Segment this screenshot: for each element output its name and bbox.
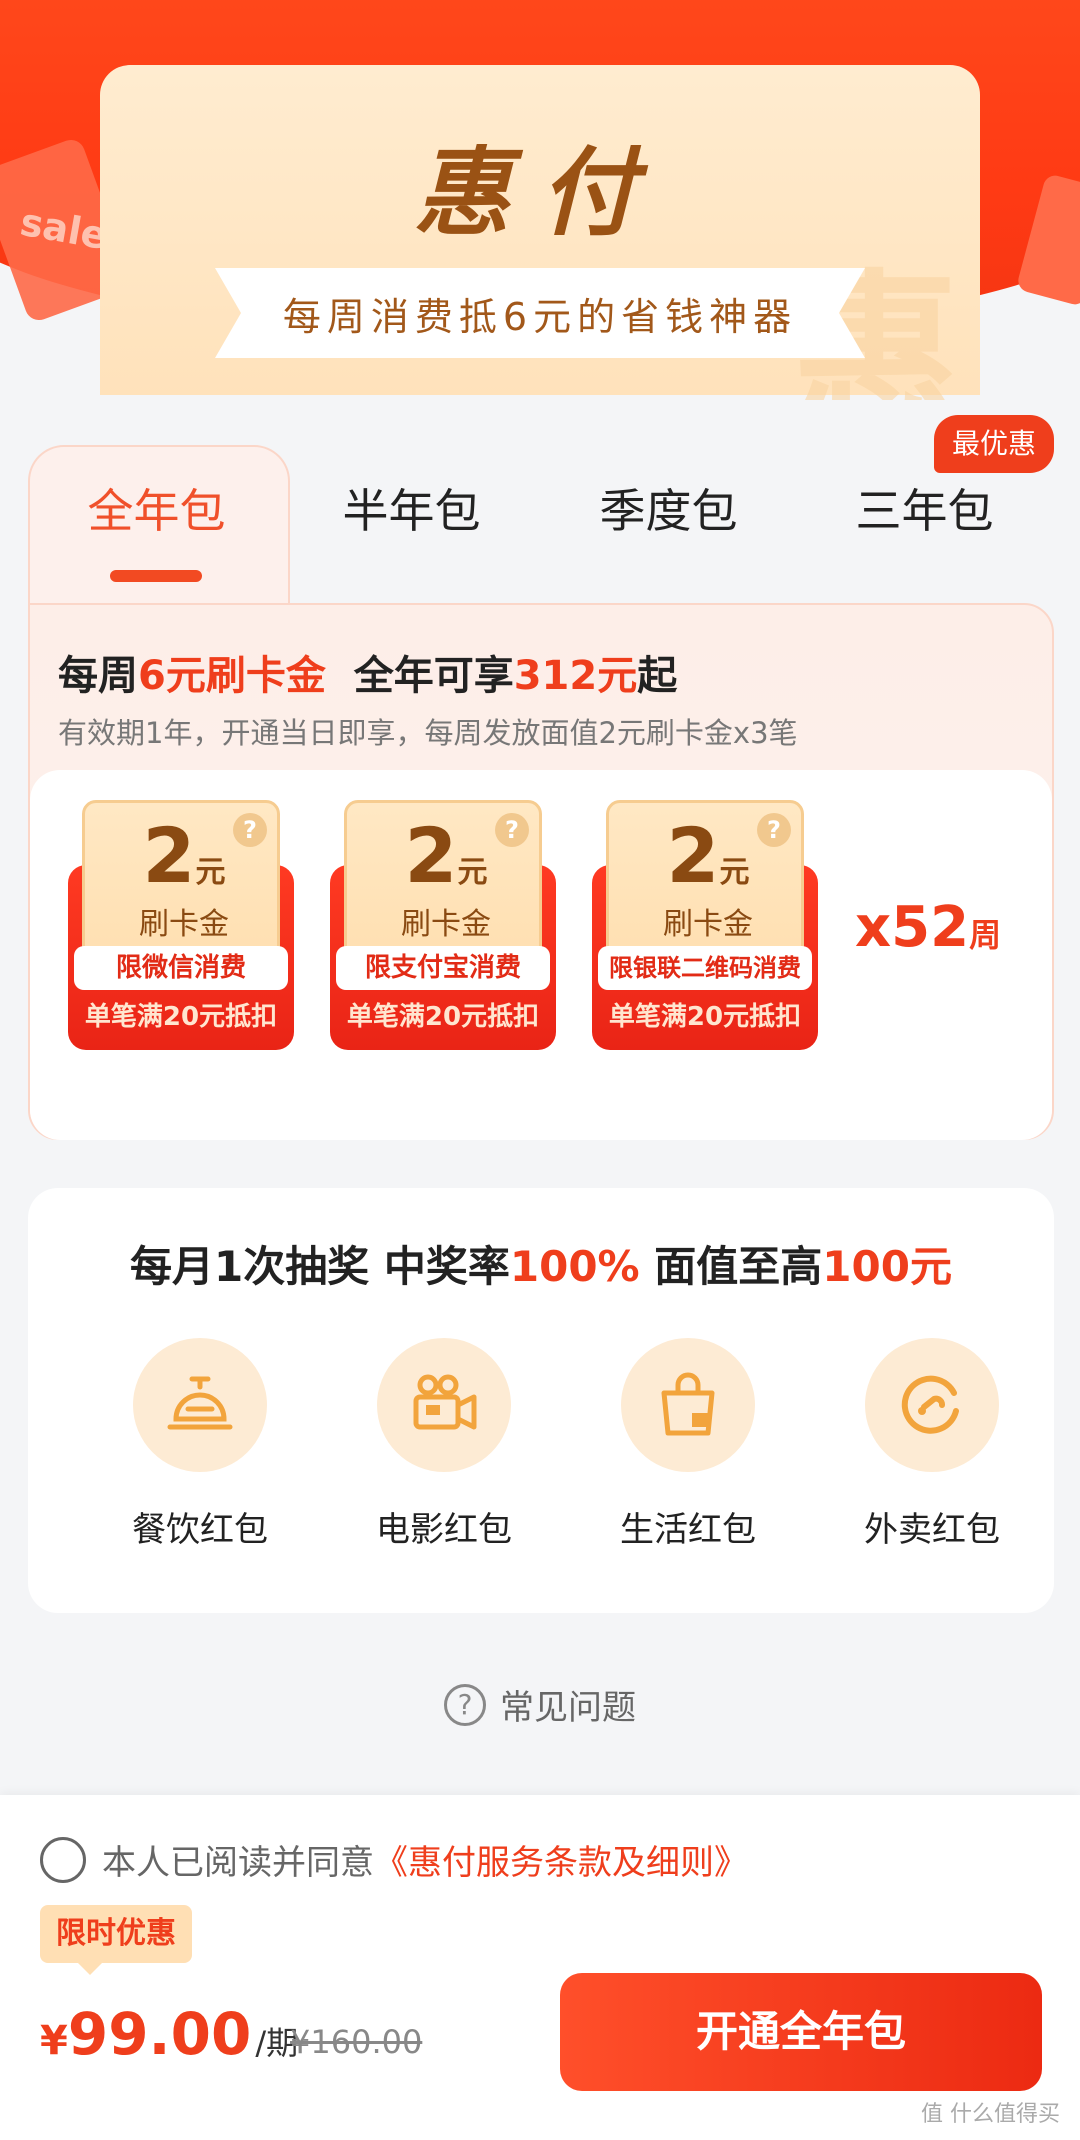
lottery-title: 每月1次抽奖 中奖率100% 面值至高100元	[28, 1233, 1054, 1294]
active-tab-indicator	[110, 570, 202, 582]
lottery-highlight-rate: 100%	[509, 1242, 640, 1291]
red-packet-movie[interactable]: 电影红包	[354, 1338, 534, 1568]
red-packet-delivery[interactable]: 外卖红包	[842, 1338, 1022, 1568]
current-price: ¥99.00/期	[40, 2000, 298, 2068]
coupon-amount: 2元	[85, 811, 283, 900]
coupon-amount-value: 2	[404, 811, 458, 900]
coupon-amount-unit: 元	[457, 855, 488, 890]
lottery-card: 每月1次抽奖 中奖率100% 面值至高100元 餐饮红包 电影红包 生活红包 外…	[28, 1188, 1054, 1613]
coupon-amount-unit: 元	[719, 855, 750, 890]
coupon-limit: 限微信消费	[74, 946, 288, 990]
coupon-condition: 单笔满20元抵扣	[346, 1002, 540, 1032]
coupon-paper: ? 2元 刷卡金	[606, 800, 804, 970]
headline-text: 每周	[58, 653, 138, 699]
tab-half-year[interactable]: 半年包	[283, 475, 540, 545]
tab-annual[interactable]: 全年包	[28, 475, 285, 545]
tab-quarterly[interactable]: 季度包	[540, 475, 797, 545]
coupon-alipay: ? 2元 刷卡金 限支付宝消费 单笔满20元抵扣	[330, 800, 556, 1050]
coupon-unionpay: ? 2元 刷卡金 限银联二维码消费 单笔满20元抵扣	[592, 800, 818, 1050]
red-packet-label: 生活红包	[620, 1510, 756, 1550]
coupon-paper: ? 2元 刷卡金	[344, 800, 542, 970]
agree-text: 本人已阅读并同意	[102, 1843, 374, 1883]
source-watermark: 值 什么值得买	[921, 2102, 1060, 2127]
red-packet-life[interactable]: 生活红包	[598, 1338, 778, 1568]
red-packet-label: 外卖红包	[864, 1510, 1000, 1550]
red-packet-dining[interactable]: 餐饮红包	[110, 1338, 290, 1568]
package-description: 有效期1年，开通当日即享，每周发放面值2元刷卡金x3笔	[58, 716, 798, 750]
bottom-purchase-bar: 本人已阅读并同意 《惠付服务条款及细则》 限时优惠 ¥99.00/期 ¥160.…	[0, 1795, 1080, 2140]
movie-camera-icon	[377, 1338, 511, 1472]
weeks-count: x52	[855, 895, 970, 960]
agree-checkbox[interactable]	[40, 1836, 86, 1883]
weeks-unit: 周	[969, 916, 1002, 954]
coupon-name: 刷卡金	[139, 907, 229, 942]
terms-link[interactable]: 《惠付服务条款及细则》	[374, 1835, 748, 1884]
coupon-area: ? 2元 刷卡金 限微信消费 单笔满20元抵扣 ? 2元 刷卡金 限支付宝消费 …	[30, 770, 1052, 1140]
coupon-amount-value: 2	[666, 811, 720, 900]
question-circle-icon: ?	[444, 1683, 486, 1726]
delivery-icon	[865, 1338, 999, 1472]
price-amount: 99.00	[67, 2000, 252, 2068]
original-price: ¥160.00	[290, 2023, 423, 2061]
coupon-amount: 2元	[347, 811, 545, 900]
coupon-limit: 限银联二维码消费	[598, 946, 812, 990]
limited-offer-tag: 限时优惠	[40, 1905, 192, 1975]
coupon-amount-unit: 元	[195, 855, 226, 890]
faq-label: 常见问题	[500, 1688, 636, 1728]
weeks-multiplier: x52周	[855, 895, 1001, 960]
coupon-amount-value: 2	[142, 811, 196, 900]
headline-highlight-total: 312元	[513, 653, 638, 699]
coupon-limit: 限支付宝消费	[336, 946, 550, 990]
red-packet-label: 电影红包	[376, 1510, 512, 1550]
coupon-wechat: ? 2元 刷卡金 限微信消费 单笔满20元抵扣	[68, 800, 294, 1050]
hero-banner: sale 惠 惠付 每周消费抵6元的省钱神器	[0, 0, 1080, 400]
coupon-condition: 单笔满20元抵扣	[608, 1002, 802, 1032]
hero-title: 惠付	[414, 137, 666, 249]
lottery-highlight-amount: 100元	[822, 1242, 952, 1291]
coupon-paper: ? 2元 刷卡金	[82, 800, 280, 970]
sale-deco-text: sale	[17, 199, 111, 259]
hero-card: 惠 惠付 每周消费抵6元的省钱神器	[100, 65, 980, 400]
coupon-amount: 2元	[609, 811, 807, 900]
faq-link[interactable]: ? 常见问题	[0, 1680, 1080, 1729]
package-body: 每周6元刷卡金 全年可享312元起 有效期1年，开通当日即享，每周发放面值2元刷…	[28, 603, 1054, 1140]
hero-subtitle: 每周消费抵6元的省钱神器	[282, 294, 798, 339]
headline-text: 全年可享	[353, 653, 514, 699]
coupon-condition: 单笔满20元抵扣	[84, 1002, 278, 1032]
coupon-name: 刷卡金	[663, 907, 753, 942]
hero-subtitle-ribbon: 每周消费抵6元的省钱神器	[215, 268, 865, 358]
dining-bell-icon	[133, 1338, 267, 1472]
lottery-title-text: 面值至高	[639, 1242, 823, 1291]
lottery-title-text: 每月1次抽奖 中奖率	[130, 1242, 510, 1291]
price-currency: ¥	[40, 2018, 68, 2064]
tab-three-year[interactable]: 三年包	[796, 475, 1053, 545]
package-headline: 每周6元刷卡金 全年可享312元起	[58, 643, 677, 701]
headline-text: 起	[637, 653, 678, 699]
red-packet-label: 餐饮红包	[132, 1510, 268, 1550]
shopping-bag-icon	[621, 1338, 755, 1472]
coupon-name: 刷卡金	[401, 907, 491, 942]
package-card: 最优惠 全年包 半年包 季度包 三年包 每周6元刷卡金 全年可享312元起 有效…	[28, 415, 1054, 1140]
headline-highlight-weekly: 6元刷卡金	[138, 653, 326, 699]
terms-agreement: 本人已阅读并同意 《惠付服务条款及细则》	[40, 1835, 748, 1884]
best-deal-badge: 最优惠	[933, 415, 1054, 473]
activate-annual-button[interactable]: 开通全年包	[560, 1973, 1042, 2091]
